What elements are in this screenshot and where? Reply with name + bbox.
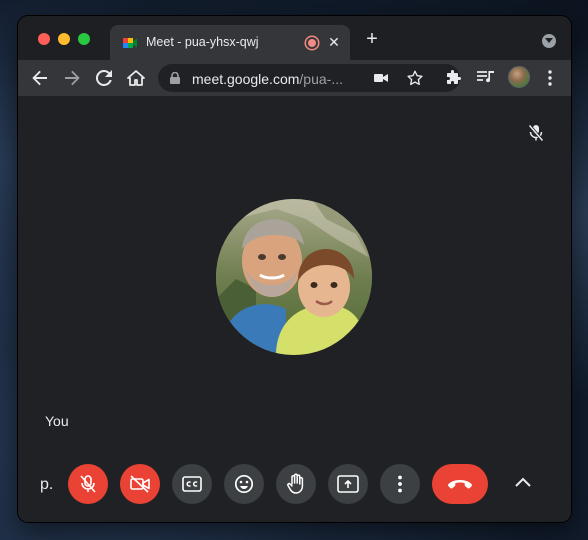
browser-menu-button[interactable]: [538, 66, 562, 90]
meet-call-area: You p.: [18, 96, 571, 522]
url-host: meet.google.com: [192, 71, 300, 87]
bookmark-star-icon[interactable]: [406, 69, 424, 87]
media-queue-icon: [477, 71, 494, 83]
more-vertical-icon: [398, 475, 402, 493]
chevron-down-icon: [545, 38, 553, 43]
address-bar[interactable]: meet.google.com/pua-...: [158, 64, 460, 92]
participant-avatar: [216, 199, 372, 355]
present-screen-button[interactable]: [328, 464, 368, 504]
browser-toolbar: meet.google.com/pua-...: [18, 60, 571, 96]
leave-call-button[interactable]: [432, 464, 488, 504]
url-path: /pua-...: [299, 71, 343, 87]
present-screen-icon: [337, 475, 359, 493]
mic-off-icon: [528, 124, 544, 142]
camera-off-icon: [130, 475, 150, 493]
tab-close-button[interactable]: ✕: [326, 33, 342, 51]
chevron-up-icon[interactable]: [512, 472, 534, 494]
home-button[interactable]: [124, 66, 148, 90]
tab-strip: Meet - pua-yhsx-qwj ✕ +: [18, 16, 571, 60]
microphone-toggle-button[interactable]: [68, 464, 108, 504]
profile-photo: [216, 199, 372, 355]
arrow-left-icon: [32, 70, 47, 86]
tab-meet[interactable]: Meet - pua-yhsx-qwj ✕: [110, 25, 350, 60]
close-window-button[interactable]: [38, 33, 50, 45]
minimize-window-button[interactable]: [58, 33, 70, 45]
hang-up-phone-icon: [448, 480, 472, 489]
tab-search-button[interactable]: [542, 34, 556, 48]
reload-button[interactable]: [92, 66, 116, 90]
self-name-label: You: [45, 413, 69, 429]
raise-hand-icon: [287, 473, 304, 494]
forward-button[interactable]: [60, 66, 84, 90]
new-tab-button[interactable]: +: [362, 29, 382, 49]
more-options-button[interactable]: [380, 464, 420, 504]
media-controls-button[interactable]: [474, 66, 498, 90]
home-icon: [127, 70, 145, 86]
back-button[interactable]: [28, 66, 52, 90]
meeting-code-label: p.: [40, 476, 54, 493]
tab-title: Meet - pua-yhsx-qwj: [146, 35, 259, 49]
emoji-smile-icon: [234, 474, 254, 494]
browser-window: Meet - pua-yhsx-qwj ✕ + meet.google.com/…: [18, 16, 571, 522]
url-text: meet.google.com/pua-...: [192, 71, 343, 87]
captions-button[interactable]: [172, 464, 212, 504]
reload-icon: [96, 70, 112, 86]
reactions-button[interactable]: [224, 464, 264, 504]
camera-toggle-button[interactable]: [120, 464, 160, 504]
lock-icon: [170, 72, 180, 84]
mic-off-icon: [80, 475, 96, 493]
profile-avatar[interactable]: [508, 66, 530, 88]
closed-captions-icon: [182, 476, 202, 492]
puzzle-piece-icon: [447, 70, 461, 84]
more-vertical-icon: [548, 70, 552, 86]
recording-indicator-icon: [306, 37, 318, 49]
camera-in-use-icon[interactable]: [374, 71, 388, 85]
zoom-window-button[interactable]: [78, 33, 90, 45]
raise-hand-button[interactable]: [276, 464, 316, 504]
extensions-button[interactable]: [442, 66, 466, 90]
google-meet-icon: [123, 38, 137, 48]
arrow-right-icon: [65, 70, 80, 86]
